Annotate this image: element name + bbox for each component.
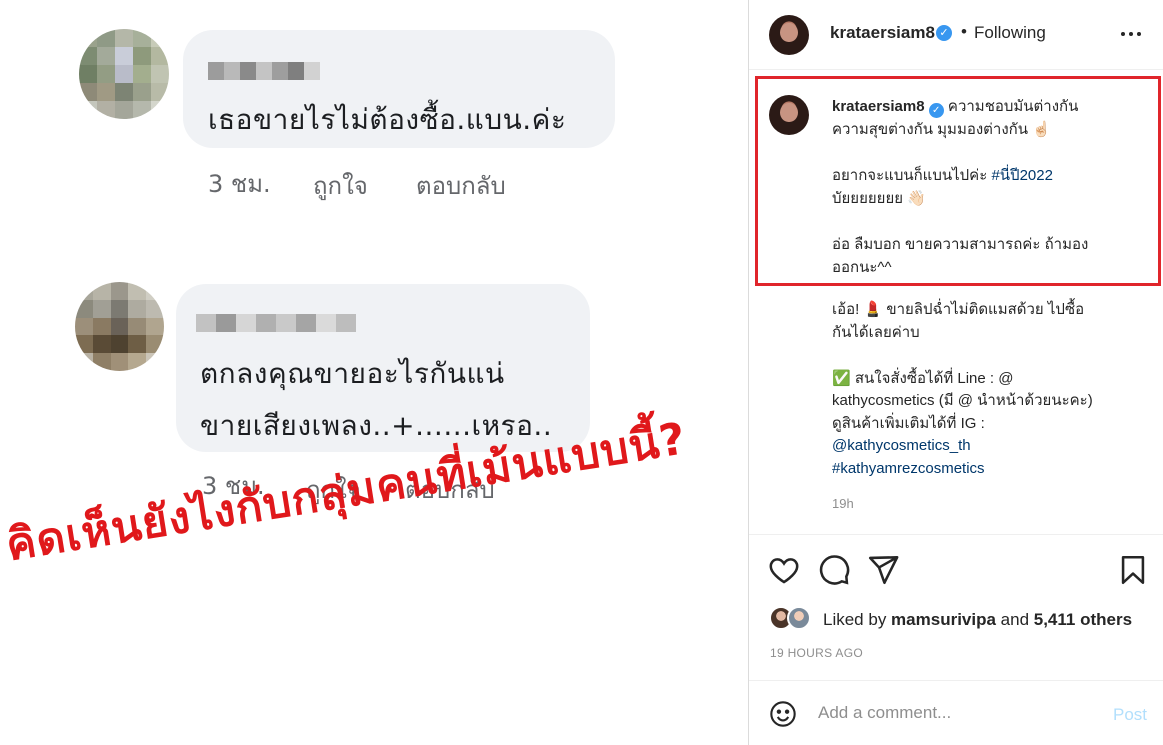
- commenter-name-blurred[interactable]: [208, 62, 320, 80]
- share-icon[interactable]: [866, 553, 900, 587]
- liker-avatar[interactable]: [787, 606, 811, 630]
- post-text-line-1: เอ้อ! 💄 ขายลิปฉ่ำไม่ติดแมสด้วย ไปซื้อ: [832, 301, 1085, 318]
- commenter-avatar-blurred[interactable]: [79, 29, 169, 119]
- likes-middle: and: [995, 610, 1034, 629]
- caption-hashtag[interactable]: #นี่ปี2022: [991, 167, 1053, 184]
- add-comment-row: Post: [749, 680, 1163, 745]
- verified-badge-icon: ✓: [936, 25, 952, 41]
- header-separator: •: [961, 22, 967, 41]
- like-link[interactable]: ถูกใจ: [313, 166, 368, 205]
- comment-text: เธอขายไรไม่ต้องซื้อ.แบน.ค่ะ: [208, 103, 567, 136]
- caption-line-5: อ่อ ลืมบอก ขายความสามารถค่ะ ถ้ามอง: [832, 236, 1089, 253]
- add-comment-input[interactable]: [818, 703, 1098, 723]
- bookmark-icon[interactable]: [1116, 553, 1150, 587]
- heart-icon[interactable]: [767, 553, 801, 587]
- verified-badge-icon: ✓: [928, 103, 944, 118]
- post-text-line-2: กันได้เลยค่าบ: [832, 324, 920, 341]
- likes-prefix: Liked by: [823, 610, 892, 629]
- caption-text: อยากจะแบนก็แบนไปค่ะ: [832, 167, 992, 184]
- caption-text: ความชอบมันต่างกัน: [947, 98, 1079, 115]
- profile-avatar[interactable]: [769, 15, 809, 55]
- caption-line-6: ออกนะ^^: [832, 259, 892, 276]
- caption-username[interactable]: krataersiam8: [832, 98, 925, 115]
- commenter-avatar-blurred[interactable]: [75, 282, 164, 371]
- caption-author-avatar[interactable]: [769, 95, 809, 135]
- liker-username[interactable]: mamsurivipa: [891, 610, 996, 629]
- smiley-icon[interactable]: [769, 700, 797, 728]
- posted-time[interactable]: 19 HOURS AGO: [770, 646, 863, 660]
- caption-line-1: krataersiam8 ✓ ความชอบมันต่างกัน: [832, 95, 1152, 118]
- hashtag-link[interactable]: #kathyamrezcosmetics: [832, 457, 1152, 480]
- instagram-post-panel: krataersiam8 ✓ • Following krataersiam8 …: [748, 0, 1163, 745]
- mention-link[interactable]: @kathycosmetics_th: [832, 434, 1152, 457]
- header-username[interactable]: krataersiam8: [830, 23, 935, 43]
- commenter-name-blurred[interactable]: [196, 314, 356, 332]
- comment-text-line-1: ตกลงคุณขายอะไรกันแน่: [200, 357, 505, 390]
- post-text-line-3: ✅ สนใจสั่งซื้อได้ที่ Line : @: [832, 370, 1014, 387]
- more-horizontal-icon[interactable]: [1121, 26, 1143, 42]
- caption-line-2: ความสุขต่างกัน มุมมองต่างกัน ☝🏻: [832, 121, 1051, 138]
- likes-summary[interactable]: Liked by mamsurivipa and 5,411 others: [823, 610, 1132, 630]
- post-age[interactable]: 19h: [832, 496, 854, 511]
- action-bar: [749, 534, 1163, 604]
- caption-line-3: อยากจะแบนก็แบนไปค่ะ #นี่ปี2022: [832, 164, 1152, 187]
- comments-collage: เธอขายไรไม่ต้องซื้อ.แบน.ค่ะ 3 ชม. ถูกใจ …: [0, 0, 748, 745]
- post-text-line-5: ดูสินค้าเพิ่มเติมได้ที่ IG :: [832, 415, 985, 432]
- reply-link[interactable]: ตอบกลับ: [416, 166, 506, 205]
- likes-count[interactable]: 5,411 others: [1034, 610, 1132, 629]
- post-header: krataersiam8 ✓ • Following: [749, 0, 1163, 70]
- following-button[interactable]: Following: [974, 23, 1046, 43]
- comment-time: 3 ชม.: [208, 170, 271, 198]
- caption-line-4: บัยยยยยยย 👋🏻: [832, 190, 926, 207]
- post-comment-button[interactable]: Post: [1113, 705, 1147, 725]
- post-text-line-4: kathycosmetics (มี @ นำหน้าด้วยนะคะ): [832, 392, 1093, 409]
- comment-icon[interactable]: [817, 553, 851, 587]
